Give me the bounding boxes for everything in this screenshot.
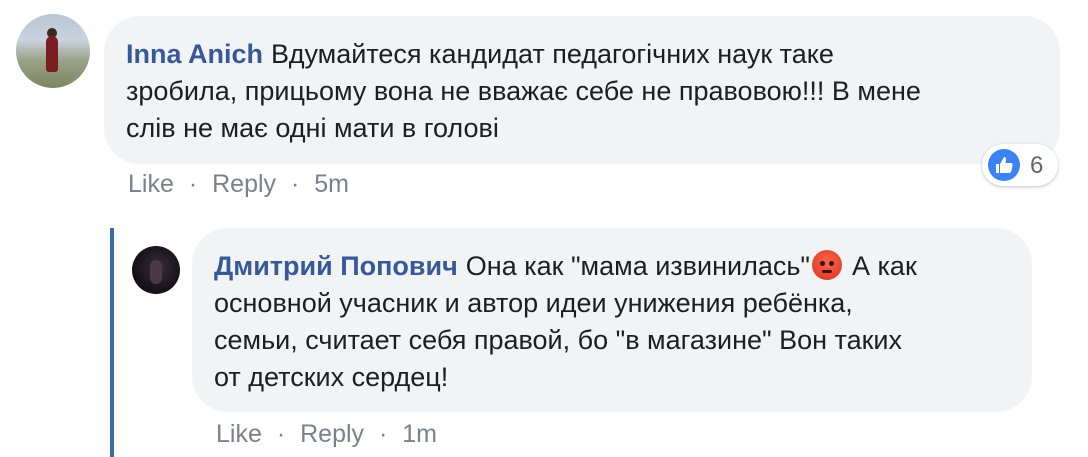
like-link[interactable]: Like bbox=[216, 420, 262, 448]
reply-text-line-1b: А как bbox=[852, 251, 917, 281]
separator-dot: · bbox=[276, 420, 286, 448]
angry-face-icon bbox=[812, 250, 843, 280]
like-link[interactable]: Like bbox=[128, 170, 174, 198]
comment-actions: Like · Reply · 5m bbox=[128, 170, 349, 199]
reply-thread-bar bbox=[110, 228, 114, 457]
separator-dot: · bbox=[188, 170, 198, 198]
reply-bubble: Дмитрий Попович Она как "мама извинилась"… bbox=[192, 228, 1032, 412]
comment-first-line: Inna Anich Вдумайтеся кандидат педагогічн… bbox=[126, 36, 1060, 73]
reply-text-line-3: семьи, считает себя правой, бо "в магази… bbox=[214, 325, 902, 355]
separator-dot: · bbox=[290, 170, 300, 198]
reply-text-line-2: основной учасник и автор идеи унижения р… bbox=[214, 288, 853, 318]
avatar-dmitriy-popovich[interactable] bbox=[132, 246, 180, 294]
reaction-count: 6 bbox=[1030, 152, 1044, 179]
like-icon bbox=[988, 149, 1020, 181]
comment-text-line-3: слів не має одні мати в голові bbox=[126, 113, 499, 143]
avatar-inna-anich[interactable] bbox=[16, 14, 90, 88]
reply-link[interactable]: Reply bbox=[212, 170, 276, 198]
reactions-badge[interactable]: 6 bbox=[982, 144, 1058, 186]
separator-dot: · bbox=[378, 420, 388, 448]
comment-bubble: Inna Anich Вдумайтеся кандидат педагогічн… bbox=[104, 16, 1060, 164]
comment-author[interactable]: Inna Anich bbox=[126, 39, 263, 69]
comment-text-line-2: зробила, прицьому вона не вважає себе не… bbox=[126, 76, 921, 106]
reply-text-line-1a: Она как "мама извинилась" bbox=[465, 251, 811, 281]
timestamp[interactable]: 1m bbox=[402, 420, 437, 448]
avatar-figure-shape bbox=[150, 260, 162, 284]
reply-first-line: Дмитрий Попович Она как "мама извинилась"… bbox=[214, 248, 1032, 285]
avatar-figure-shape bbox=[46, 36, 58, 72]
reply-link[interactable]: Reply bbox=[300, 420, 364, 448]
reply-actions: Like · Reply · 1m bbox=[216, 420, 437, 449]
timestamp[interactable]: 5m bbox=[314, 170, 349, 198]
reply-text-line-4: от детских сердец! bbox=[214, 362, 449, 392]
comment-text-line-1: Вдумайтеся кандидат педагогічних наук та… bbox=[271, 39, 834, 69]
reply-author[interactable]: Дмитрий Попович bbox=[214, 251, 458, 281]
